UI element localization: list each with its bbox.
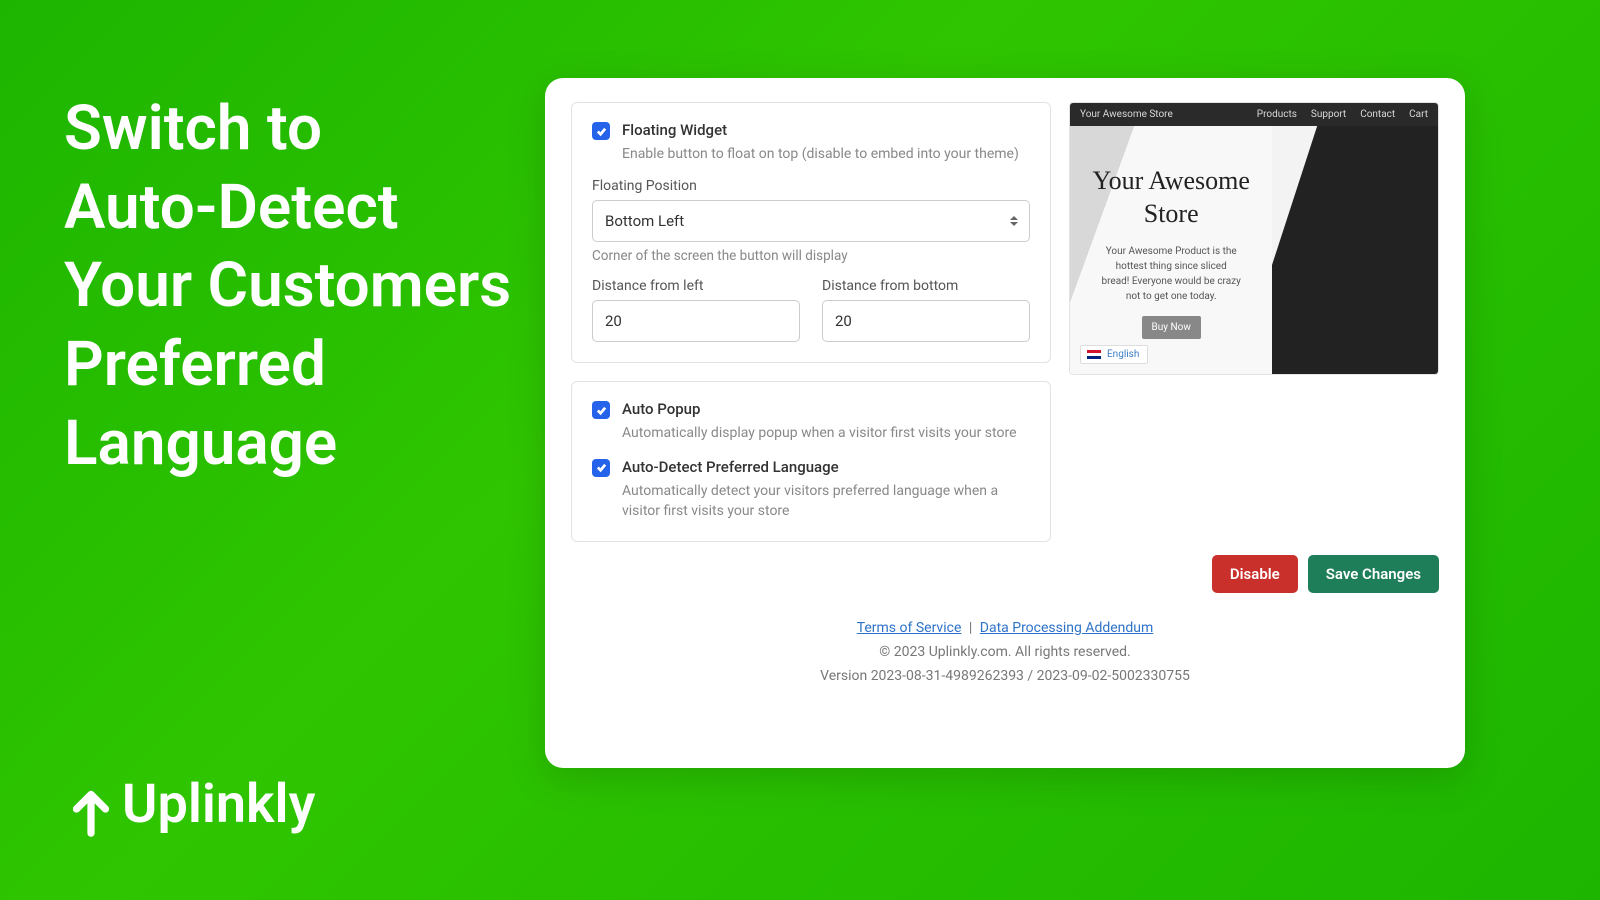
floating-widget-label: Floating Widget <box>622 121 727 139</box>
floating-widget-card: Floating Widget Enable button to float o… <box>571 102 1051 363</box>
promo-headline: Switch to Auto-Detect Your Customers Pre… <box>64 90 511 484</box>
distance-left-input[interactable] <box>592 300 800 342</box>
action-bar: Disable Save Changes <box>1069 555 1439 593</box>
select-caret-icon <box>1010 216 1018 226</box>
auto-popup-label: Auto Popup <box>622 400 700 418</box>
uk-flag-icon <box>1087 350 1101 359</box>
floating-position-hint: Corner of the screen the button will dis… <box>592 248 1030 264</box>
floating-widget-desc: Enable button to float on top (disable t… <box>622 144 1030 164</box>
preview-nav-link: Cart <box>1409 109 1428 120</box>
auto-detect-checkbox[interactable] <box>592 459 610 477</box>
floating-position-label: Floating Position <box>592 178 1030 194</box>
auto-popup-card: Auto Popup Automatically display popup w… <box>571 381 1051 542</box>
save-changes-button[interactable]: Save Changes <box>1308 555 1439 593</box>
data-processing-addendum-link[interactable]: Data Processing Addendum <box>980 620 1154 636</box>
preview-nav-link: Contact <box>1360 109 1395 120</box>
settings-panel: Floating Widget Enable button to float o… <box>545 78 1465 768</box>
footer: Terms of Service | Data Processing Adden… <box>571 617 1439 688</box>
preview-navbar: Your Awesome Store Products Support Cont… <box>1070 103 1438 126</box>
floating-widget-checkbox[interactable] <box>592 122 610 140</box>
preview-hero-title: Your Awesome Store <box>1086 165 1256 230</box>
floating-position-select[interactable]: Bottom Left <box>592 200 1030 242</box>
auto-popup-checkbox[interactable] <box>592 401 610 419</box>
store-preview: Your Awesome Store Products Support Cont… <box>1069 102 1439 375</box>
check-icon <box>596 462 607 473</box>
distance-bottom-label: Distance from bottom <box>822 278 1030 294</box>
distance-bottom-input[interactable] <box>822 300 1030 342</box>
check-icon <box>596 405 607 416</box>
auto-detect-desc: Automatically detect your visitors prefe… <box>622 481 1030 522</box>
auto-detect-label: Auto-Detect Preferred Language <box>622 458 839 476</box>
preview-store-name: Your Awesome Store <box>1080 109 1173 120</box>
preview-nav-link: Products <box>1257 109 1297 120</box>
disable-button[interactable]: Disable <box>1212 555 1298 593</box>
distance-left-label: Distance from left <box>592 278 800 294</box>
check-icon <box>596 126 607 137</box>
version-text: Version 2023-08-31-4989262393 / 2023-09-… <box>571 665 1439 689</box>
auto-popup-desc: Automatically display popup when a visit… <box>622 423 1030 443</box>
preview-hero-desc: Your Awesome Product is the hottest thin… <box>1101 244 1241 304</box>
preview-device-image <box>1272 126 1438 374</box>
language-switcher-preview: English <box>1080 345 1148 364</box>
brand-logo: Uplinkly <box>62 770 315 838</box>
preview-nav-link: Support <box>1311 109 1346 120</box>
terms-of-service-link[interactable]: Terms of Service <box>857 620 962 636</box>
preview-buy-button: Buy Now <box>1142 316 1201 339</box>
arrow-up-icon <box>62 780 120 838</box>
copyright-text: © 2023 Uplinkly.com. All rights reserved… <box>571 641 1439 665</box>
